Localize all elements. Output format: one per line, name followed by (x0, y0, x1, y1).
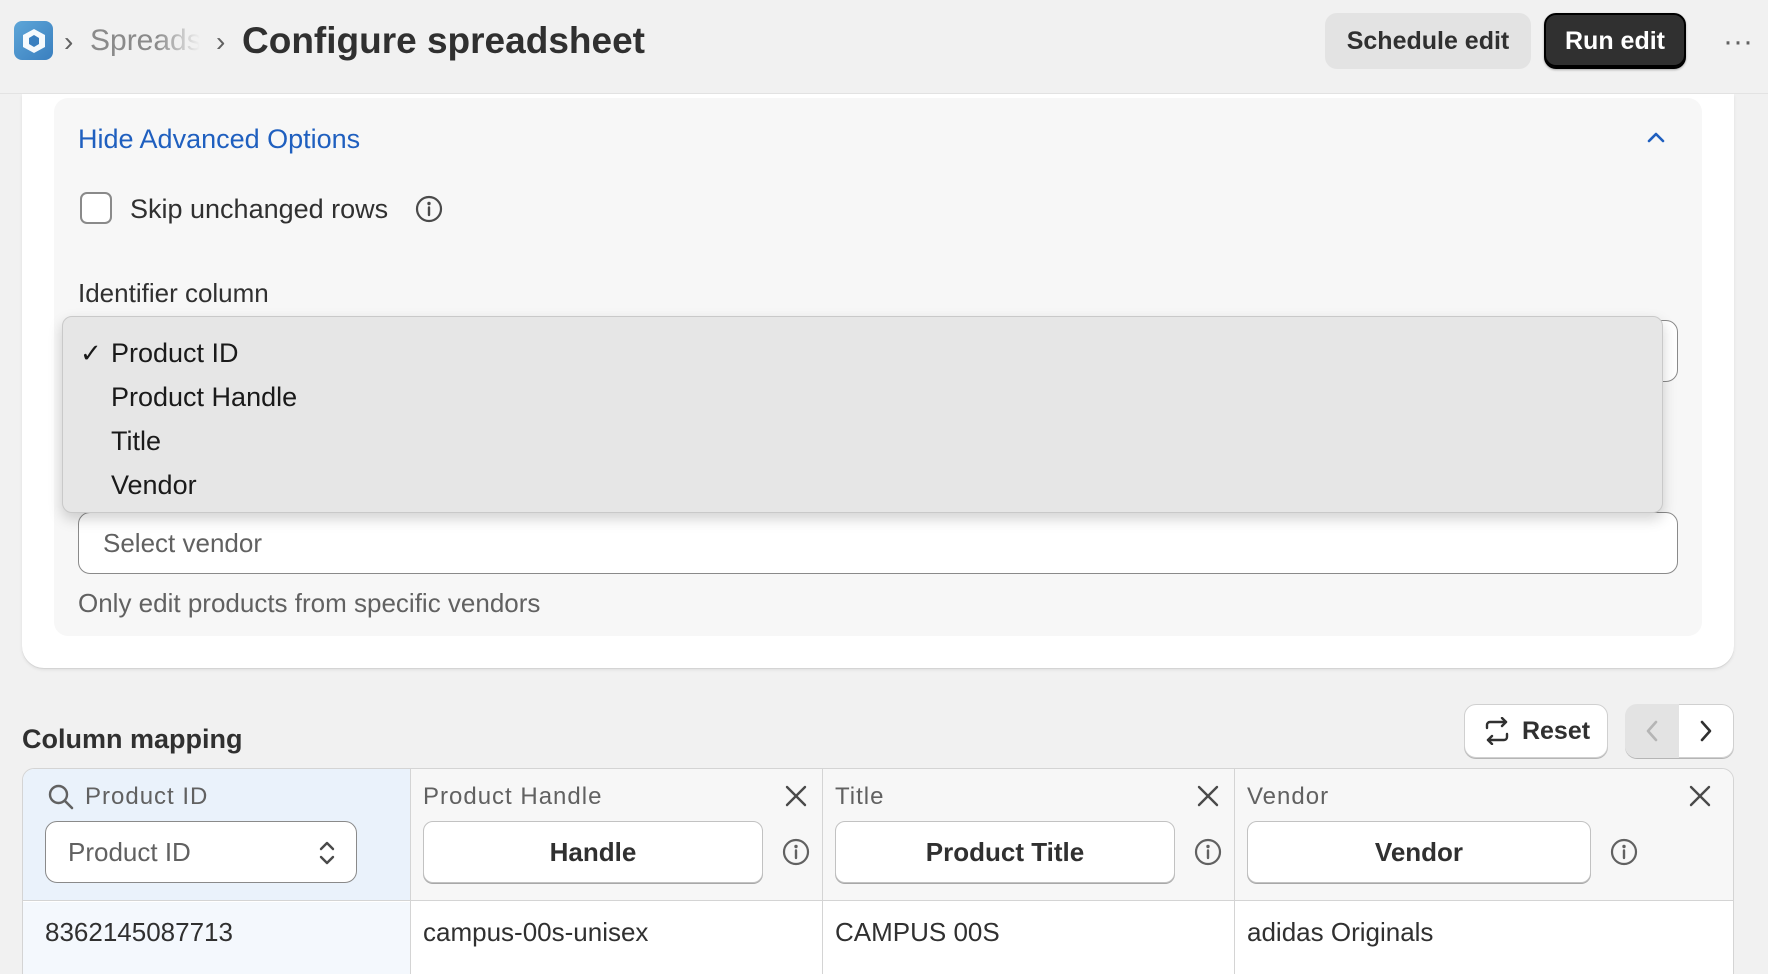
column-mapping-title: Column mapping (22, 724, 243, 754)
breadcrumb-chevron-icon: › (216, 26, 226, 57)
info-icon[interactable] (1193, 837, 1223, 867)
identifier-column-dropdown: ✓ Product ID Product Handle Title Vendor (62, 316, 1663, 513)
skip-unchanged-checkbox[interactable] (80, 192, 112, 224)
dropdown-option-vendor[interactable]: Vendor (63, 463, 1662, 507)
column-header: Vendor Vendor (1235, 769, 1733, 901)
skip-unchanged-label: Skip unchanged rows (130, 194, 389, 224)
option-label: Product ID (111, 338, 239, 368)
close-icon[interactable] (1195, 783, 1221, 809)
reset-button[interactable]: Reset (1464, 704, 1608, 758)
table-cell: CAMPUS 00S (835, 917, 1000, 947)
run-edit-button[interactable]: Run edit (1544, 13, 1686, 69)
info-icon[interactable] (414, 194, 444, 224)
info-icon[interactable] (1609, 837, 1639, 867)
mapping-column-product-id: Product ID Product ID 8362145087713 (23, 769, 411, 974)
option-label: Product Handle (111, 382, 298, 412)
column-header: Product ID Product ID (23, 769, 410, 901)
chevron-up-down-icon (319, 841, 335, 865)
column-mapping-table: Product ID Product ID 8362145087713 Prod… (22, 768, 1734, 974)
column-name: Vendor (1247, 783, 1330, 810)
column-name: Product Handle (423, 783, 603, 810)
hide-advanced-options-link[interactable]: Hide Advanced Options (78, 124, 360, 155)
page-title: Configure spreadsheet (242, 20, 645, 61)
option-label: Title (111, 426, 162, 456)
column-header: Product Handle Handle (411, 769, 822, 901)
column-name: Title (835, 783, 885, 810)
schedule-edit-button[interactable]: Schedule edit (1325, 13, 1531, 69)
top-bar: › Spreads › Configure spreadsheet Schedu… (0, 0, 1768, 94)
mapping-column-product-handle: Product Handle Handle campus-00s-unisex (411, 769, 823, 974)
mapping-column-vendor: Vendor Vendor adidas Originals (1235, 769, 1733, 974)
mapped-field-button[interactable]: Handle (423, 821, 763, 883)
search-icon (48, 784, 74, 810)
dropdown-option-product-id[interactable]: ✓ Product ID (63, 331, 1662, 375)
next-page-button[interactable] (1679, 704, 1734, 758)
ellipsis-icon: ··· (1723, 25, 1753, 58)
mapping-column-title: Title Product Title CAMPUS 00S (823, 769, 1235, 974)
breadcrumb-parent-link[interactable]: Spreads (90, 24, 200, 58)
previous-page-button[interactable] (1625, 704, 1679, 758)
vendor-select-input[interactable] (78, 512, 1678, 574)
app-logo-icon[interactable] (14, 21, 53, 60)
close-icon[interactable] (1687, 783, 1713, 809)
swap-arrows-icon (1485, 717, 1509, 745)
vendor-help-text: Only edit products from specific vendors (78, 588, 541, 618)
column-name: Product ID (85, 783, 209, 810)
dropdown-option-title[interactable]: Title (63, 419, 1662, 463)
chevron-right-icon (1700, 720, 1712, 742)
key-column-select[interactable]: Product ID (45, 821, 357, 883)
checkmark-icon: ✓ (80, 338, 102, 368)
column-pager (1625, 704, 1734, 758)
more-actions-button[interactable]: ··· (1718, 22, 1758, 62)
table-cell: adidas Originals (1247, 917, 1434, 947)
breadcrumb-chevron-icon: › (64, 26, 74, 57)
option-label: Vendor (111, 470, 197, 500)
identifier-column-label: Identifier column (78, 278, 269, 308)
close-icon[interactable] (783, 783, 809, 809)
chevron-up-icon[interactable] (1644, 126, 1668, 150)
dropdown-option-product-handle[interactable]: Product Handle (63, 375, 1662, 419)
mapped-field-button[interactable]: Vendor (1247, 821, 1591, 883)
column-header: Title Product Title (823, 769, 1234, 901)
chevron-left-icon (1646, 720, 1658, 742)
key-column-select-value: Product ID (68, 837, 191, 867)
table-cell: campus-00s-unisex (423, 917, 649, 947)
hexagon-icon (22, 28, 45, 53)
info-icon[interactable] (781, 837, 811, 867)
table-cell: 8362145087713 (45, 917, 233, 947)
mapped-field-button[interactable]: Product Title (835, 821, 1175, 883)
reset-label: Reset (1521, 716, 1591, 745)
